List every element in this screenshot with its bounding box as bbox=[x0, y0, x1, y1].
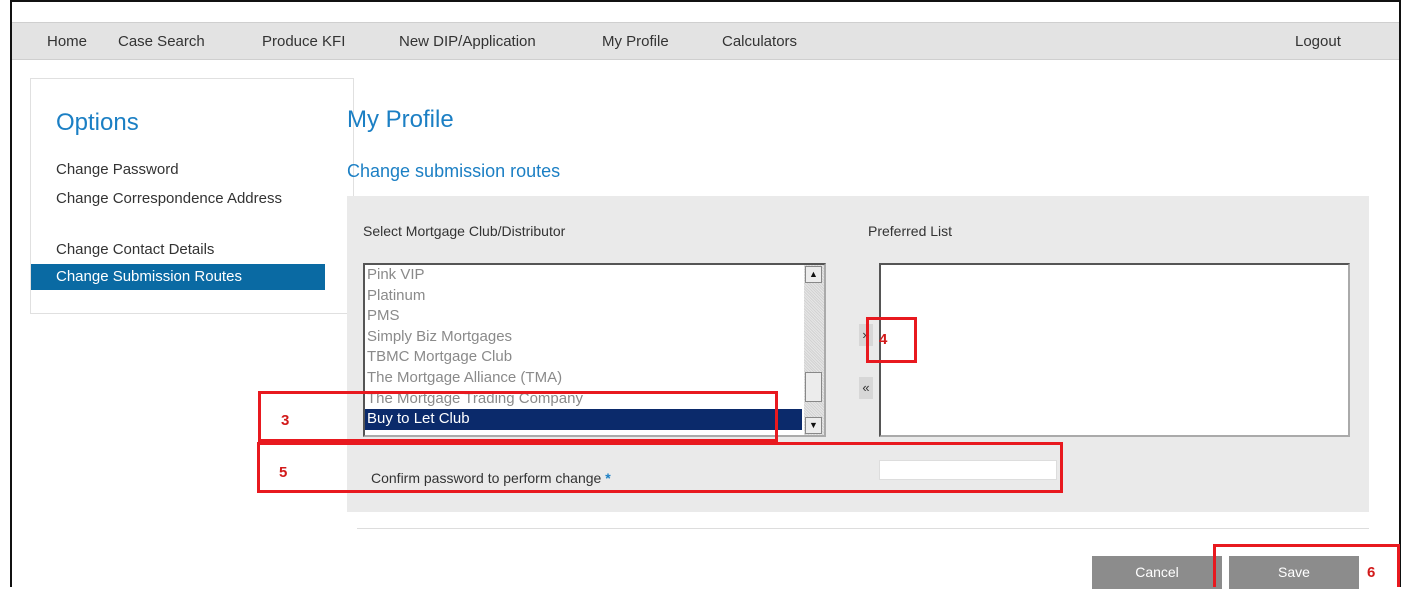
list-item[interactable]: Platinum bbox=[365, 286, 802, 307]
list-item[interactable]: Pink VIP bbox=[365, 265, 802, 286]
move-left-button[interactable]: « bbox=[859, 377, 873, 399]
nav-case-search[interactable]: Case Search bbox=[118, 33, 205, 50]
nav-calculators[interactable]: Calculators bbox=[722, 33, 797, 50]
list-item[interactable]: The Mortgage Alliance (TMA) bbox=[365, 368, 802, 389]
list-item[interactable]: Simply Biz Mortgages bbox=[365, 327, 802, 348]
annotation-box-3 bbox=[258, 391, 778, 442]
scroll-thumb[interactable] bbox=[805, 372, 822, 402]
option-change-correspondence-address[interactable]: Change Correspondence Address bbox=[56, 190, 331, 208]
annotation-box-4 bbox=[866, 317, 917, 363]
annotation-label-6: 6 bbox=[1367, 564, 1376, 581]
annotation-label-5: 5 bbox=[279, 464, 288, 481]
options-panel: Options Change Password Change Correspon… bbox=[30, 78, 354, 314]
cancel-button[interactable]: Cancel bbox=[1092, 556, 1222, 589]
preferred-listbox[interactable] bbox=[879, 263, 1350, 437]
select-club-label: Select Mortgage Club/Distributor bbox=[363, 223, 566, 239]
page-subtitle: Change submission routes bbox=[347, 161, 561, 181]
listbox-scrollbar[interactable]: ▲ ▼ bbox=[804, 265, 824, 435]
app-frame: Home Case Search Produce KFI New DIP/App… bbox=[10, 0, 1401, 589]
nav-home[interactable]: Home bbox=[47, 33, 87, 50]
divider bbox=[357, 528, 1369, 529]
option-change-contact-details[interactable]: Change Contact Details bbox=[56, 241, 331, 259]
option-change-submission-routes[interactable]: Change Submission Routes bbox=[31, 264, 325, 290]
annotation-label-3: 3 bbox=[281, 412, 290, 429]
nav-my-profile[interactable]: My Profile bbox=[602, 33, 669, 50]
list-item[interactable]: PMS bbox=[365, 306, 802, 327]
preferred-list-label: Preferred List bbox=[868, 223, 953, 239]
top-nav-bar: Home Case Search Produce KFI New DIP/App… bbox=[12, 22, 1399, 60]
scroll-down-icon[interactable]: ▼ bbox=[805, 417, 822, 434]
annotation-box-5 bbox=[257, 442, 1063, 493]
options-title: Options bbox=[56, 109, 139, 136]
nav-logout[interactable]: Logout bbox=[1295, 33, 1341, 50]
annotation-label-4: 4 bbox=[879, 331, 888, 348]
nav-produce-kfi[interactable]: Produce KFI bbox=[262, 33, 345, 50]
page-title: My Profile bbox=[347, 106, 454, 133]
option-change-password[interactable]: Change Password bbox=[56, 161, 331, 179]
nav-new-dip-application[interactable]: New DIP/Application bbox=[399, 33, 536, 50]
list-item[interactable]: TBMC Mortgage Club bbox=[365, 347, 802, 368]
scroll-up-icon[interactable]: ▲ bbox=[805, 266, 822, 283]
